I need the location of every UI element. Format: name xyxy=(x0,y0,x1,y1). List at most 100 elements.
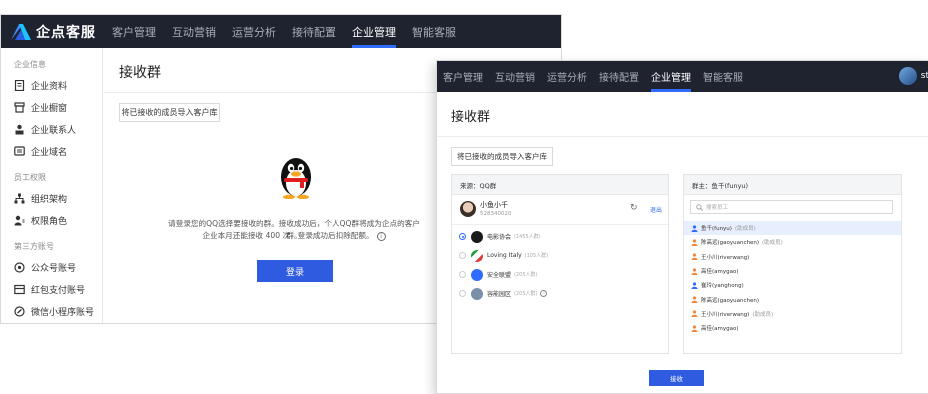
list-item[interactable]: 陈高远(gaoyuanchen) xyxy=(684,292,901,306)
member-tag: (助成员) xyxy=(762,240,783,247)
import-members-button[interactable]: 将已接收的成员导入客户库 xyxy=(119,103,220,122)
list-item[interactable]: Loving Italy (105人群) xyxy=(452,246,668,265)
list-item[interactable]: 王小川(riverwang) xyxy=(684,250,901,264)
person-icon xyxy=(691,282,698,289)
list-item[interactable]: 安全联盟 (205人群) xyxy=(452,265,668,284)
nav-marketing[interactable]: 互动营销 xyxy=(489,61,541,92)
sidebar-item-label: 企业域名 xyxy=(31,147,68,158)
sidebar-item-label: 微信小程序账号 xyxy=(31,307,95,318)
sidebar-item-label: 企业资料 xyxy=(31,81,68,92)
nav-ai-service[interactable]: 智能客服 xyxy=(697,61,749,92)
sidebar-group-title: 企业信息 xyxy=(14,60,46,69)
sidebar-item-org-chart[interactable]: 组织架构 xyxy=(1,187,102,209)
brand-logo[interactable]: 企点客服 xyxy=(1,22,104,42)
group-name: 电影协会 xyxy=(487,234,512,241)
sidebar-item-label: 组织架构 xyxy=(31,194,68,205)
group-avatar-icon xyxy=(471,249,483,262)
member-name: 高佳(amygao) xyxy=(701,269,739,276)
nav-analytics[interactable]: 运营分析 xyxy=(224,15,284,48)
member-name: 崔玲(yanghong) xyxy=(701,283,744,290)
list-item[interactable]: 高佳(amygao) xyxy=(684,264,901,278)
person-icon xyxy=(691,253,698,261)
sidebar-item-company-profile[interactable]: 企业资料 xyxy=(1,74,102,96)
refresh-icon[interactable]: ↻ xyxy=(630,204,638,213)
search-placeholder: 搜索员工 xyxy=(706,205,729,211)
brand-name: 企点客服 xyxy=(36,24,96,41)
group-count: (1455人群) xyxy=(514,234,541,240)
nav-customer[interactable]: 客户管理 xyxy=(437,61,489,92)
page-title: 接收群 xyxy=(451,110,491,125)
group-avatar-icon xyxy=(471,268,483,281)
group-name: 安全联盟 xyxy=(487,272,512,279)
sidebar-group-title: 员工权限 xyxy=(14,173,46,182)
account-name: 小鱼小千 xyxy=(480,201,508,209)
sidebar-group-title: 第三方账号 xyxy=(14,242,54,251)
person-icon xyxy=(691,239,698,246)
search-input[interactable]: 搜索员工 xyxy=(690,200,893,214)
sidebar-item-official-account[interactable]: 公众号账号 xyxy=(1,256,102,278)
group-count: (205人群) xyxy=(514,291,538,297)
member-name: 陈高远(gaoyuanchen) xyxy=(701,240,759,247)
avatar xyxy=(898,67,917,85)
logout-link[interactable]: 退出 xyxy=(650,205,662,214)
user-menu[interactable]: st xyxy=(898,67,928,85)
list-item[interactable]: 电影协会 (1455人群) xyxy=(452,227,668,246)
list-item[interactable]: 王小川(riverwang) (助成员) xyxy=(684,307,901,321)
radio-button[interactable] xyxy=(459,271,466,278)
main-nav: 客户管理 互动营销 运营分析 接待配置 企业管理 智能客服 xyxy=(104,15,464,48)
person-icon xyxy=(691,310,698,318)
person-icon xyxy=(691,267,698,275)
nav-customer[interactable]: 客户管理 xyxy=(104,15,164,48)
radio-button[interactable] xyxy=(459,233,466,240)
sidebar-item-mini-program[interactable]: 微信小程序账号 xyxy=(1,300,102,322)
top-nav-bar: 客户管理 互动营销 运营分析 接待配置 企业管理 智能客服 st xyxy=(437,61,928,92)
nav-enterprise[interactable]: 企业管理 xyxy=(645,61,697,92)
list-item[interactable]: 高佳(amygao) xyxy=(684,321,901,335)
group-avatar-icon xyxy=(471,287,483,300)
user-name: st xyxy=(920,71,928,81)
nav-enterprise[interactable]: 企业管理 xyxy=(344,15,404,48)
person-icon xyxy=(691,325,698,332)
member-tag: (助成员) xyxy=(752,311,774,318)
page-title: 接收群 xyxy=(119,65,161,81)
top-nav-bar: 企点客服 客户管理 互动营销 运营分析 接待配置 企业管理 智能客服 xyxy=(1,15,561,48)
import-members-button[interactable]: 将已接收的成员导入客户库 xyxy=(451,147,553,166)
sidebar-item-showcase[interactable]: 企业橱窗 xyxy=(1,96,102,118)
list-item[interactable]: 崔玲(yanghong) xyxy=(684,278,901,292)
sidebar-item-roles[interactable]: 权限角色 xyxy=(1,209,102,231)
contacts-icon xyxy=(14,124,25,135)
sidebar-item-label: 企业橱窗 xyxy=(31,103,68,114)
group-name: 容能园区 xyxy=(487,291,512,298)
sidebar: 企业信息 企业资料 企业橱窗 企业联系人 企业域名 员工权限 组织架构 权限角色… xyxy=(1,48,103,323)
radio-button[interactable] xyxy=(459,290,466,297)
group-avatar-icon xyxy=(471,230,483,243)
accept-button[interactable]: 接收 xyxy=(649,370,704,386)
list-item[interactable]: 陈高远(gaoyuanchen) (助成员) xyxy=(684,235,901,249)
mini-program-icon xyxy=(14,305,25,317)
quota-description: 企业本月还能接收 400 次，登录成功后扣除配额。 i xyxy=(164,230,424,242)
nav-analytics[interactable]: 运营分析 xyxy=(541,61,593,92)
info-icon[interactable]: i xyxy=(540,290,548,297)
login-button[interactable]: 登录 xyxy=(257,260,333,282)
main-content: 接收群 将已接收的成员导入客户库 来源：QQ群 小鱼小千 528340020 ↻… xyxy=(437,92,928,393)
member-name: 高佳(amygao) xyxy=(701,326,739,333)
sidebar-item-contacts[interactable]: 企业联系人 xyxy=(1,118,102,140)
radio-button[interactable] xyxy=(459,252,466,259)
member-name: 王小川(riverwang) xyxy=(701,254,750,261)
nav-ai-service[interactable]: 智能客服 xyxy=(404,15,464,48)
sidebar-item-label: 企业联系人 xyxy=(31,125,77,136)
sidebar-item-label: 红包支付账号 xyxy=(31,285,86,296)
nav-reception[interactable]: 接待配置 xyxy=(284,15,344,48)
brand-logo-icon xyxy=(11,23,31,40)
member-tag: (助成员) xyxy=(734,226,756,233)
sidebar-item-domain[interactable]: 企业域名 xyxy=(1,140,102,162)
sidebar-item-payment[interactable]: 红包支付账号 xyxy=(1,278,102,300)
nav-reception[interactable]: 接待配置 xyxy=(593,61,645,92)
search-icon xyxy=(696,203,703,211)
info-icon[interactable]: i xyxy=(376,231,386,241)
nav-marketing[interactable]: 互动营销 xyxy=(164,15,224,48)
list-item[interactable]: 容能园区 (205人群) i xyxy=(452,284,668,303)
document-icon xyxy=(14,79,25,91)
avatar xyxy=(460,201,476,217)
list-item[interactable]: 鱼千(funyu) (助成员) xyxy=(684,221,901,236)
